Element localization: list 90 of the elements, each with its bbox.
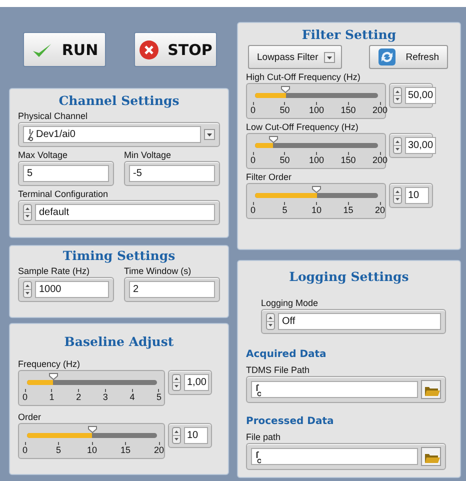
tick-label: 150 [340,105,356,116]
tick-label: 10 [312,205,322,216]
numeric-field[interactable]: 10 [405,187,429,204]
numeric-field[interactable]: 2 [129,281,215,298]
field-label: Time Window (s) [124,266,192,276]
channel-value: Dev1/ai0 [36,128,76,142]
tick-label: 5 [282,205,288,216]
panel-title: Baseline Adjust [63,334,175,349]
tick-label: 1 [49,392,54,403]
tick-label: 0 [250,155,256,166]
panel-title: Timing Settings [62,248,176,263]
browse-button[interactable] [421,447,441,466]
enum-field[interactable]: Off [278,313,441,330]
spinner-control[interactable] [172,427,181,444]
field-label: Physical Channel [18,111,89,121]
field-label: Filter Order [246,172,293,182]
slider[interactable]: 0 50 100 150 200 [246,133,386,169]
tick-label: 2 [76,392,82,403]
tick-label: 20 [154,445,164,456]
spinner-control[interactable] [23,281,32,298]
channel-field[interactable]: Dev1/ai0 [23,126,201,143]
field-label: Sample Rate (Hz) [18,266,91,276]
refresh-button[interactable]: Refresh [368,45,448,69]
spinner-control[interactable] [393,137,402,154]
numeric-field[interactable]: 30,00 [405,137,436,154]
field-label: High Cut-Off Frequency (Hz) [246,72,362,82]
slider[interactable]: 0 1 2 3 4 5 [18,370,165,406]
tick-label: 3 [102,392,108,403]
path-icon [255,382,261,396]
spinner-control[interactable] [393,187,402,204]
file-path-control[interactable] [246,376,446,403]
tick-label: 0 [22,445,28,456]
slider[interactable]: 0 5 10 15 20 [18,423,165,459]
tick-label: 4 [130,392,135,403]
field-label: Order [18,412,42,422]
tick-label: 0 [250,205,256,216]
enum-field[interactable]: 1000 [35,281,109,298]
tick-label: 100 [308,105,324,116]
io-icon [27,127,34,142]
path-field[interactable] [251,448,418,465]
panel-title: Channel Settings [58,93,180,108]
tick-label: 0 [250,105,256,116]
field-label: File path [246,432,282,442]
spinner-control[interactable] [172,374,181,391]
tick-label: 50 [280,155,290,166]
file-path-control[interactable] [246,443,446,470]
numeric-field[interactable]: 50,00 [405,87,436,104]
tick-label: 200 [372,105,388,116]
tick-label: 5 [56,445,62,456]
numeric-field[interactable]: 5 [23,165,109,182]
panel-title: Logging Settings [288,269,410,284]
spinner-control[interactable] [266,313,275,330]
filter-type-dropdown[interactable]: Lowpass Filter [248,45,342,69]
field-label: Logging Mode [261,298,320,308]
path-field[interactable] [251,381,418,398]
numeric-field[interactable]: -5 [129,165,215,182]
slider[interactable]: 0 5 10 15 20 [246,183,386,219]
spinner-control[interactable] [23,204,32,221]
numeric-field[interactable]: 10 [184,427,208,444]
tick-label: 5 [156,392,162,403]
tick-label: 50 [280,105,290,116]
stop-icon [138,40,159,60]
enum-field[interactable]: default [35,204,215,221]
path-icon [255,450,261,464]
field-label: Frequency (Hz) [18,359,82,369]
refresh-icon [378,48,396,66]
run-button[interactable]: RUN [23,32,106,67]
field-label: Max Voltage [18,150,69,160]
tick-label: 150 [340,155,356,166]
dropdown-button[interactable] [204,129,215,140]
section-heading: Acquired Data [246,349,328,360]
section-heading: Processed Data [246,416,335,427]
numeric-field[interactable]: 1,00 [184,374,210,391]
field-label: TDMS File Path [246,365,311,375]
browse-button[interactable] [421,380,441,399]
tick-label: 200 [372,155,388,166]
field-label: Low Cut-Off Frequency (Hz) [246,122,360,132]
tick-label: 20 [375,205,386,216]
tick-label: 10 [87,445,98,456]
tick-label: 15 [343,205,354,216]
field-label: Min Voltage [124,150,172,160]
tick-label: 100 [308,155,324,166]
tick-label: 0 [22,392,28,403]
stop-button[interactable]: STOP [134,32,217,67]
caret-icon [324,52,336,62]
tick-label: 15 [120,445,131,456]
field-label: Terminal Configuration [18,189,110,199]
spinner-control[interactable] [393,87,402,104]
slider[interactable]: 0 50 100 150 200 [246,83,386,119]
panel-title: Filter Setting [300,27,398,42]
